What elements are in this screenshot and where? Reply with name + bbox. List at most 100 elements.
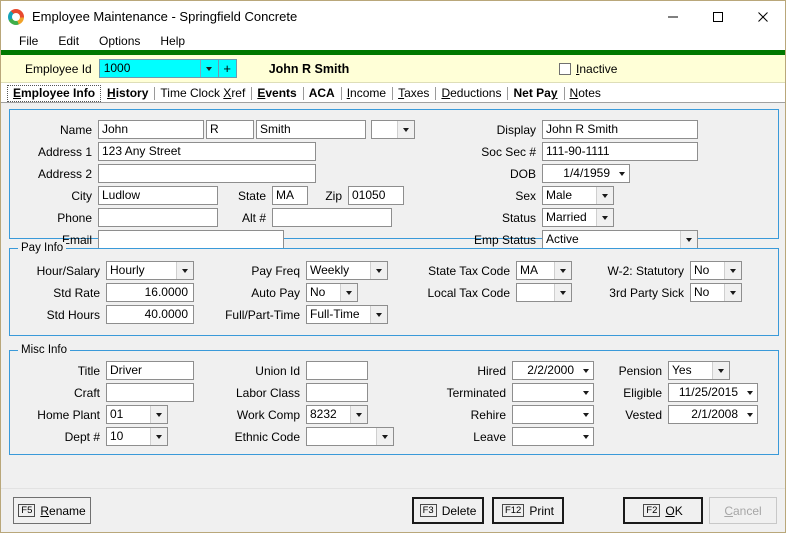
chevron-down-icon[interactable] (724, 262, 741, 279)
chevron-down-icon[interactable] (370, 306, 387, 323)
rehire-date-picker[interactable] (512, 405, 594, 424)
pension-dropdown[interactable]: Yes (668, 361, 730, 380)
name-suffix-dropdown[interactable] (371, 120, 415, 139)
tab-taxes[interactable]: Taxes (392, 85, 435, 102)
tab-notes[interactable]: Notes (564, 85, 607, 102)
menu-options[interactable]: Options (89, 32, 150, 50)
tab-aca[interactable]: ACA (303, 85, 341, 102)
zip-input[interactable]: 01050 (348, 186, 404, 205)
ssn-input[interactable]: 111-90-1111 (542, 142, 698, 161)
phone-input[interactable] (98, 208, 218, 227)
tab-history[interactable]: History (101, 85, 154, 102)
city-input[interactable]: Ludlow (98, 186, 218, 205)
local-tax-dropdown[interactable] (516, 283, 572, 302)
chevron-down-icon[interactable] (370, 262, 387, 279)
chevron-down-icon[interactable] (578, 406, 593, 423)
full-part-time-dropdown[interactable]: Full-Time (306, 305, 388, 324)
ethnic-code-dropdown[interactable] (306, 427, 394, 446)
std-rate-input[interactable]: 16.0000 (106, 283, 194, 302)
chevron-down-icon[interactable] (724, 284, 741, 301)
tab-employee-info[interactable]: Employee Info (7, 85, 101, 102)
marital-status-dropdown[interactable]: Married (542, 208, 614, 227)
labor-class-input[interactable] (306, 383, 368, 402)
address1-input[interactable]: 123 Any Street (98, 142, 316, 161)
chevron-down-icon[interactable] (742, 406, 757, 423)
chevron-down-icon[interactable] (578, 428, 593, 445)
union-id-input[interactable] (306, 361, 368, 380)
ok-button[interactable]: F2 OK (623, 497, 703, 524)
dob-date-picker[interactable]: 1/4/1959 (542, 164, 630, 183)
leave-date-picker[interactable] (512, 427, 594, 446)
delete-button[interactable]: F3 Delete (412, 497, 484, 524)
pay-freq-dropdown[interactable]: Weekly (306, 261, 388, 280)
state-tax-dropdown[interactable]: MA (516, 261, 572, 280)
address2-input[interactable] (98, 164, 316, 183)
dept-dropdown[interactable]: 10 (106, 427, 168, 446)
maximize-icon[interactable] (695, 1, 740, 32)
inactive-checkbox-group[interactable]: Inactive (559, 62, 617, 76)
tab-income[interactable]: Income (341, 85, 392, 102)
home-plant-dropdown[interactable]: 01 (106, 405, 168, 424)
window-controls (650, 1, 785, 32)
chevron-down-icon[interactable] (578, 362, 593, 379)
delete-button-label: Delete (442, 504, 477, 518)
third-party-sick-dropdown[interactable]: No (690, 283, 742, 302)
std-hours-input[interactable]: 40.0000 (106, 305, 194, 324)
print-button[interactable]: F12 Print (492, 497, 564, 524)
menu-edit[interactable]: Edit (48, 32, 89, 50)
chevron-down-icon[interactable] (596, 209, 613, 226)
chevron-down-icon[interactable] (554, 284, 571, 301)
rename-button[interactable]: F5 Rename (13, 497, 91, 524)
add-employee-button[interactable]: + (219, 59, 237, 78)
minimize-icon[interactable] (650, 1, 695, 32)
menu-help[interactable]: Help (150, 32, 195, 50)
vested-date-picker[interactable]: 2/1/2008 (668, 405, 758, 424)
w2-statutory-dropdown[interactable]: No (690, 261, 742, 280)
inactive-checkbox[interactable] (559, 63, 571, 75)
eligible-date-picker[interactable]: 11/25/2015 (668, 383, 758, 402)
terminated-date-picker[interactable] (512, 383, 594, 402)
chevron-down-icon[interactable] (554, 262, 571, 279)
chevron-down-icon[interactable] (596, 187, 613, 204)
employee-name-display: John R Smith (269, 62, 350, 76)
emp-status-dropdown[interactable]: Active (542, 230, 698, 249)
last-name-input[interactable]: Smith (256, 120, 366, 139)
chevron-down-icon[interactable] (397, 121, 414, 138)
tab-deductions[interactable]: Deductions (435, 85, 507, 102)
auto-pay-dropdown[interactable]: No (306, 283, 358, 302)
chevron-down-icon[interactable] (340, 284, 357, 301)
alt-phone-input[interactable] (272, 208, 392, 227)
chevron-down-icon[interactable] (176, 262, 193, 279)
chevron-down-icon[interactable] (742, 384, 757, 401)
chevron-down-icon[interactable] (376, 428, 393, 445)
close-icon[interactable] (740, 1, 785, 32)
chevron-down-icon[interactable] (350, 406, 367, 423)
chevron-down-icon[interactable] (680, 231, 697, 248)
state-input[interactable]: MA (272, 186, 308, 205)
tab-net-pay[interactable]: Net Pay (507, 85, 563, 102)
employee-id-combo[interactable]: 1000 (99, 59, 219, 78)
display-input[interactable]: John R Smith (542, 120, 698, 139)
tab-time-clock-xref[interactable]: Time Clock Xref (154, 85, 251, 102)
eligible-value: 11/25/2015 (669, 384, 742, 401)
hour-salary-value: Hourly (107, 262, 176, 279)
chevron-down-icon[interactable] (150, 406, 167, 423)
middle-name-input[interactable]: R (206, 120, 254, 139)
chevron-down-icon[interactable] (150, 428, 167, 445)
title-input[interactable]: Driver (106, 361, 194, 380)
email-input[interactable] (98, 230, 284, 249)
sex-dropdown[interactable]: Male (542, 186, 614, 205)
chevron-down-icon[interactable] (614, 165, 629, 182)
chevron-down-icon[interactable] (578, 384, 593, 401)
first-name-input[interactable]: John (98, 120, 204, 139)
chevron-down-icon[interactable] (200, 60, 218, 77)
tab-events[interactable]: Events (251, 85, 302, 102)
ethnic-code-label: Ethnic Code (200, 430, 300, 444)
hired-date-picker[interactable]: 2/2/2000 (512, 361, 594, 380)
menu-file[interactable]: File (9, 32, 48, 50)
chevron-down-icon[interactable] (712, 362, 729, 379)
hour-salary-dropdown[interactable]: Hourly (106, 261, 194, 280)
work-comp-dropdown[interactable]: 8232 (306, 405, 368, 424)
w2-statutory-value: No (691, 262, 724, 279)
craft-input[interactable] (106, 383, 194, 402)
